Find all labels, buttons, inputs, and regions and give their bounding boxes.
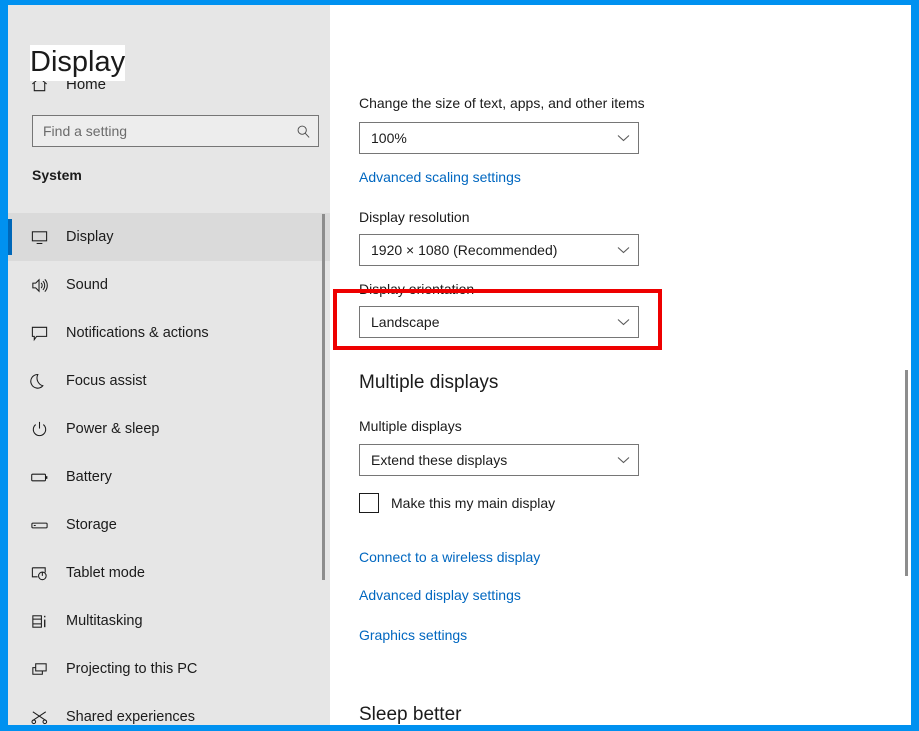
sidebar-item-label: Battery — [66, 469, 112, 485]
graphics-settings-link[interactable]: Graphics settings — [359, 627, 467, 643]
selection-indicator — [8, 699, 12, 725]
sidebar-item-focus-assist[interactable]: Focus assist — [8, 357, 330, 405]
sidebar-item-label: Display — [66, 229, 114, 245]
resolution-value: 1920 × 1080 (Recommended) — [371, 242, 558, 258]
settings-window: Settings — [0, 0, 919, 731]
connect-wireless-display-link[interactable]: Connect to a wireless display — [359, 549, 540, 565]
chevron-down-icon — [608, 456, 638, 464]
multiple-displays-label: Multiple displays — [359, 418, 462, 434]
content-pane: Change the size of text, apps, and other… — [330, 5, 911, 725]
sidebar-item-projecting[interactable]: Projecting to this PC — [8, 645, 330, 693]
sidebar-item-power-sleep[interactable]: Power & sleep — [8, 405, 330, 453]
main-display-checkbox-row[interactable]: Make this my main display — [359, 493, 555, 513]
header-background — [330, 5, 911, 97]
main-display-checkbox-label: Make this my main display — [391, 495, 556, 511]
advanced-scaling-settings-link[interactable]: Advanced scaling settings — [359, 169, 521, 185]
selection-indicator — [8, 219, 12, 255]
advanced-display-settings-link[interactable]: Advanced display settings — [359, 587, 521, 603]
chevron-down-icon — [608, 318, 638, 326]
multiple-displays-combobox[interactable]: Extend these displays — [359, 444, 639, 476]
search-box[interactable] — [32, 115, 319, 147]
sidebar-item-label: Notifications & actions — [66, 325, 209, 341]
selection-indicator — [8, 459, 12, 495]
selection-indicator — [8, 363, 12, 399]
scale-combobox[interactable]: 100% — [359, 122, 639, 154]
selection-indicator — [8, 555, 12, 591]
main-display-checkbox[interactable] — [359, 493, 379, 513]
content-scrollbar-thumb[interactable] — [905, 370, 908, 576]
sidebar-item-label: Sound — [66, 277, 108, 293]
orientation-combobox[interactable]: Landscape — [359, 306, 639, 338]
search-input[interactable] — [33, 123, 288, 139]
sidebar-item-storage[interactable]: Storage — [8, 501, 330, 549]
multitasking-icon — [16, 612, 62, 631]
sidebar-item-label: Storage — [66, 517, 117, 533]
sidebar-item-label: Tablet mode — [66, 565, 145, 581]
monitor-icon — [16, 228, 62, 247]
multiple-displays-value: Extend these displays — [371, 452, 508, 468]
window-client-area: Settings — [8, 5, 911, 725]
sidebar-item-label: Focus assist — [66, 373, 147, 389]
sidebar-item-display[interactable]: Display — [8, 213, 330, 261]
multiple-displays-heading: Multiple displays — [359, 372, 499, 393]
moon-icon — [16, 372, 62, 391]
scale-label: Change the size of text, apps, and other… — [359, 95, 645, 111]
power-icon — [16, 420, 62, 439]
sidebar-item-tablet-mode[interactable]: Tablet mode — [8, 549, 330, 597]
orientation-value: Landscape — [371, 314, 440, 330]
sidebar-item-label: Multitasking — [66, 613, 143, 629]
projection-icon — [16, 660, 62, 679]
resolution-label: Display resolution — [359, 209, 470, 225]
resolution-combobox[interactable]: 1920 × 1080 (Recommended) — [359, 234, 639, 266]
share-icon — [16, 708, 62, 726]
selection-indicator — [8, 651, 12, 687]
sidebar-item-label: Projecting to this PC — [66, 661, 198, 677]
sidebar-scrollbar-thumb[interactable] — [322, 214, 325, 580]
selection-indicator — [8, 507, 12, 543]
sidebar-item-label: Power & sleep — [66, 421, 160, 437]
nav-item-list: Display Sound Notifications & actions Fo… — [8, 213, 330, 725]
scale-value: 100% — [371, 130, 407, 146]
sidebar-item-label: Shared experiences — [66, 709, 195, 725]
sidebar-item-multitasking[interactable]: Multitasking — [8, 597, 330, 645]
sidebar-item-sound[interactable]: Sound — [8, 261, 330, 309]
chevron-down-icon — [608, 246, 638, 254]
orientation-label: Display orientation — [359, 281, 475, 297]
sleep-better-heading: Sleep better — [359, 704, 462, 725]
nav-group-title: System — [32, 167, 82, 183]
selection-indicator — [8, 603, 12, 639]
notification-icon — [16, 324, 62, 343]
sidebar-item-notifications[interactable]: Notifications & actions — [8, 309, 330, 357]
selection-indicator — [8, 411, 12, 447]
selection-indicator — [8, 267, 12, 303]
speaker-icon — [16, 276, 62, 295]
chevron-down-icon — [608, 134, 638, 142]
storage-icon — [16, 516, 62, 535]
search-icon — [288, 124, 318, 139]
page-title: Display — [30, 45, 126, 81]
sidebar-item-battery[interactable]: Battery — [8, 453, 330, 501]
navigation-pane: Home System — [8, 5, 330, 725]
battery-icon — [16, 468, 62, 487]
tablet-icon — [16, 564, 62, 583]
sidebar-item-shared-experiences[interactable]: Shared experiences — [8, 693, 330, 725]
selection-indicator — [8, 315, 12, 351]
